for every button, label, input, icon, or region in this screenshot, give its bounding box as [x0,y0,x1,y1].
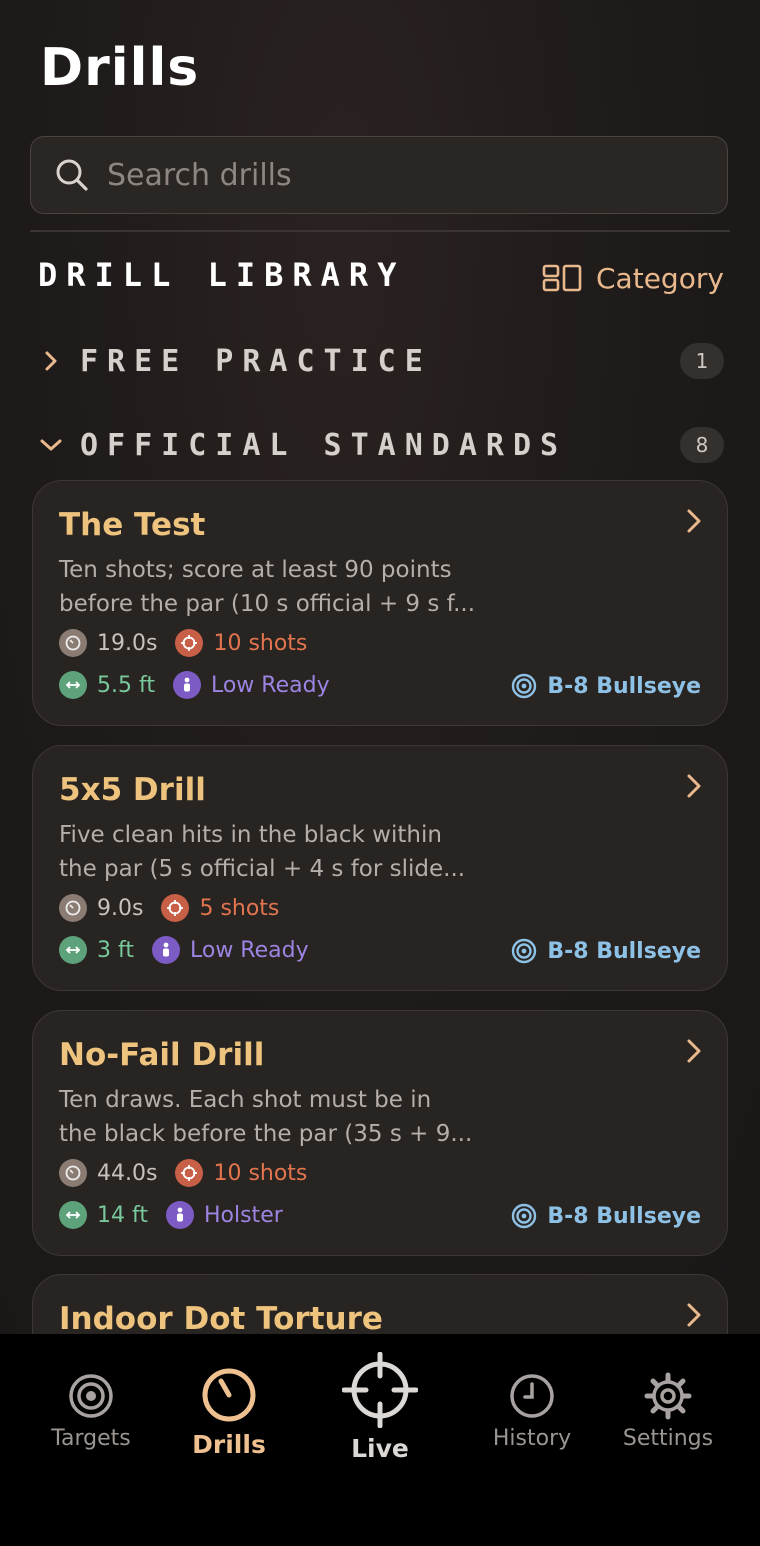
chevron-down-icon [38,432,64,458]
tab-targets[interactable]: Targets [48,1372,134,1451]
drill-title: No-Fail Drill [59,1037,265,1073]
search-bar[interactable] [30,136,728,214]
person-icon [151,936,180,964]
bullseye-icon [512,673,537,699]
drill-description: Five clean hits in the black within the … [59,822,466,882]
search-icon [56,159,88,191]
timer-icon [59,629,87,657]
drill-title: Indoor Dot Torture [59,1301,383,1337]
drill-meta-row: 3 ft Low Ready [59,936,327,964]
gear-icon [644,1372,692,1420]
target-tag: B-8 Bullseye [511,673,701,699]
crosshair-icon [161,894,190,922]
section-official-standards[interactable]: OFFICIAL STANDARDS 8 [38,425,724,465]
timer-icon [59,894,87,922]
category-button[interactable]: Category [542,258,724,298]
chevron-right-icon [687,774,701,798]
par-time: 9.0s [59,894,143,922]
bullseye-icon [512,938,537,964]
target-icon [69,1374,113,1418]
tab-bar: Targets Drills Live History Settings [0,1334,760,1546]
drill-title: The Test [59,507,206,543]
target-tag: B-8 Bullseye [511,938,701,964]
chevron-right-icon [687,1039,701,1063]
distance: 5.5 ft [59,671,155,699]
tab-live[interactable]: Live [340,1352,420,1463]
drill-description: Ten shots; score at least 90 points befo… [59,557,476,617]
bullseye-icon [512,1203,537,1229]
timer-icon [59,1159,87,1187]
distance-arrows-icon [59,936,87,964]
crosshair-icon [175,1159,204,1187]
section-count-badge: 1 [680,343,724,379]
drill-meta-row: 44.0s 10 shots [59,1159,325,1187]
divider [30,230,730,232]
section-free-practice[interactable]: FREE PRACTICE 1 [38,341,724,381]
drill-card[interactable]: No-Fail Drill Ten draws. Each shot must … [32,1010,728,1256]
page-title: Drills [40,38,200,98]
category-grid-icon [542,264,582,292]
section-label: FREE PRACTICE [80,343,432,379]
drill-meta-row: 14 ft Holster [59,1201,301,1229]
clock-icon [510,1374,554,1418]
start-position: Low Ready [151,936,309,964]
person-icon [165,1201,194,1229]
stopwatch-icon [202,1368,256,1422]
shot-count: 5 shots [161,894,279,922]
drill-meta-row: 5.5 ft Low Ready [59,671,348,699]
shot-count: 10 shots [175,629,307,657]
drill-meta-row: 19.0s 10 shots [59,629,325,657]
crosshair-icon [342,1352,418,1428]
start-position: Holster [165,1201,283,1229]
crosshair-icon [175,629,204,657]
tab-drills[interactable]: Drills [184,1366,274,1459]
drill-title: 5x5 Drill [59,772,206,808]
shot-count: 10 shots [175,1159,307,1187]
start-position: Low Ready [172,671,330,699]
drill-card[interactable]: 5x5 Drill Five clean hits in the black w… [32,745,728,991]
par-time: 19.0s [59,629,157,657]
distance: 3 ft [59,936,134,964]
category-label: Category [596,261,724,295]
tab-settings[interactable]: Settings [618,1372,718,1451]
distance-arrows-icon [59,1201,87,1229]
drill-description: Ten draws. Each shot must be in the blac… [59,1087,473,1147]
par-time: 44.0s [59,1159,157,1187]
distance: 14 ft [59,1201,148,1229]
section-count-badge: 8 [680,427,724,463]
section-label: OFFICIAL STANDARDS [80,427,568,463]
chevron-right-icon [687,509,701,533]
search-input[interactable] [105,156,669,194]
tab-history[interactable]: History [486,1372,578,1451]
chevron-right-icon [687,1303,701,1327]
library-title: DRILL LIBRARY [38,256,406,294]
drill-meta-row: 9.0s 5 shots [59,894,297,922]
chevron-right-icon [38,348,64,374]
target-tag: B-8 Bullseye [511,1203,701,1229]
drill-card[interactable]: The Test Ten shots; score at least 90 po… [32,480,728,726]
distance-arrows-icon [59,671,87,699]
person-icon [172,671,201,699]
